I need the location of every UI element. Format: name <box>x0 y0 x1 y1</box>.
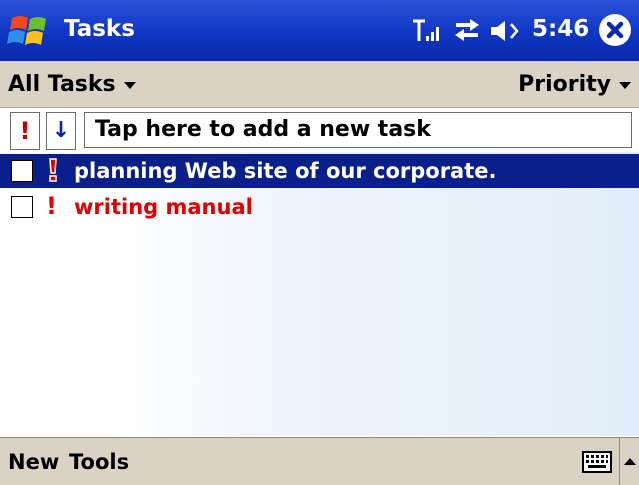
task-row[interactable]: ! writing manual <box>0 190 639 224</box>
task-row[interactable]: planning Web site of our corporate. <box>0 154 639 188</box>
keyboard-icon[interactable] <box>582 451 612 477</box>
menu-bar: New Tools <box>0 437 639 485</box>
input-panel-toggle[interactable] <box>619 438 639 485</box>
volume-icon[interactable] <box>489 19 523 47</box>
clock[interactable]: 5:46 <box>532 16 589 42</box>
sort-dropdown[interactable]: Priority <box>518 72 631 97</box>
filter-bar: All Tasks Priority <box>0 61 639 108</box>
task-list: planning Web site of our corporate. ! wr… <box>0 152 639 436</box>
priority-button[interactable]: ! <box>10 112 40 150</box>
app-title: Tasks <box>64 16 135 42</box>
title-bar: Tasks 5:46 <box>0 0 639 61</box>
category-filter-dropdown[interactable]: All Tasks <box>8 72 136 97</box>
task-title: planning Web site of our corporate. <box>74 159 497 183</box>
high-priority-icon <box>46 156 60 190</box>
chevron-down-icon <box>619 81 631 89</box>
chevron-up-icon <box>624 458 636 465</box>
sync-icon[interactable] <box>452 17 482 47</box>
task-checkbox[interactable] <box>11 160 33 182</box>
close-icon[interactable] <box>599 14 631 46</box>
sort-label: Priority <box>518 72 611 97</box>
signal-icon[interactable] <box>412 19 442 47</box>
new-task-input[interactable]: Tap here to add a new task <box>84 112 632 148</box>
tools-menu-button[interactable]: Tools <box>69 450 129 474</box>
windows-start-icon[interactable] <box>6 14 54 48</box>
sort-direction-button[interactable]: ↓ <box>46 112 76 150</box>
high-priority-icon: ! <box>46 192 57 220</box>
task-title: writing manual <box>74 195 253 219</box>
chevron-down-icon <box>123 81 136 89</box>
new-menu-button[interactable]: New <box>8 450 59 474</box>
task-checkbox[interactable] <box>11 196 33 218</box>
category-filter-label: All Tasks <box>8 72 116 97</box>
entry-bar: ! ↓ Tap here to add a new task <box>0 108 639 152</box>
